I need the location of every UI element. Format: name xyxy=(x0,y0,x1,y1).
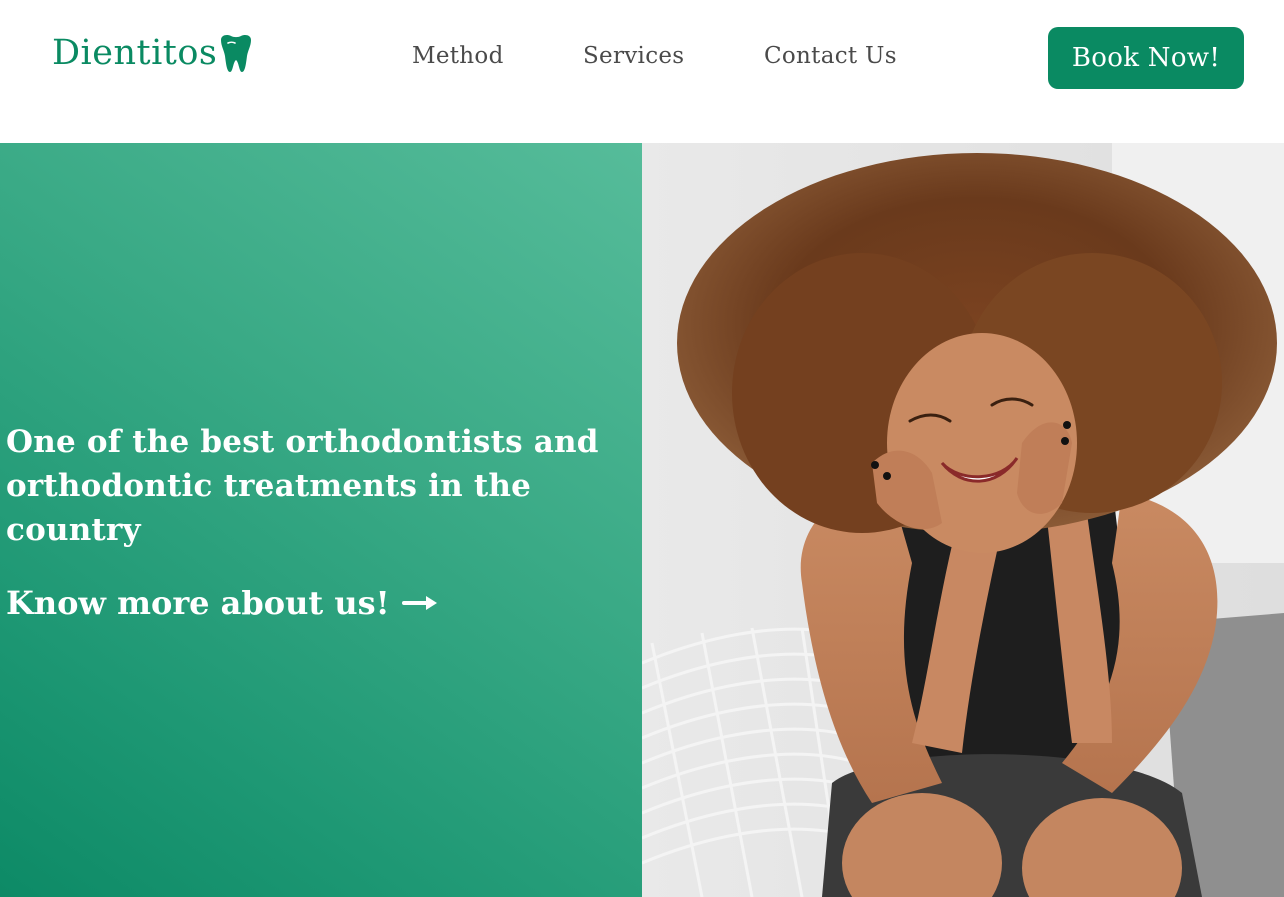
tooth-icon xyxy=(221,35,252,72)
hero-section: One of the best orthodontists and orthod… xyxy=(0,143,1284,897)
site-header: Dientitos Method Services Contact Us Boo… xyxy=(0,0,1284,143)
book-now-button[interactable]: Book Now! xyxy=(1048,27,1244,89)
nav-item-contact-us[interactable]: Contact Us xyxy=(764,38,897,74)
brand-name: Dientitos xyxy=(52,33,218,73)
nav-item-method[interactable]: Method xyxy=(412,38,504,74)
nav-item-services[interactable]: Services xyxy=(583,38,684,74)
smiling-woman-photo xyxy=(642,143,1284,897)
hero-title: One of the best orthodontists and orthod… xyxy=(6,424,599,548)
arrow-right-icon xyxy=(401,596,437,610)
know-more-label: Know more about us! xyxy=(6,584,390,622)
know-more-link[interactable]: Know more about us! xyxy=(6,581,440,625)
hero-text-panel: One of the best orthodontists and orthod… xyxy=(0,143,642,897)
brand-logo[interactable]: Dientitos xyxy=(52,30,255,76)
hero-photo-panel xyxy=(642,143,1284,897)
